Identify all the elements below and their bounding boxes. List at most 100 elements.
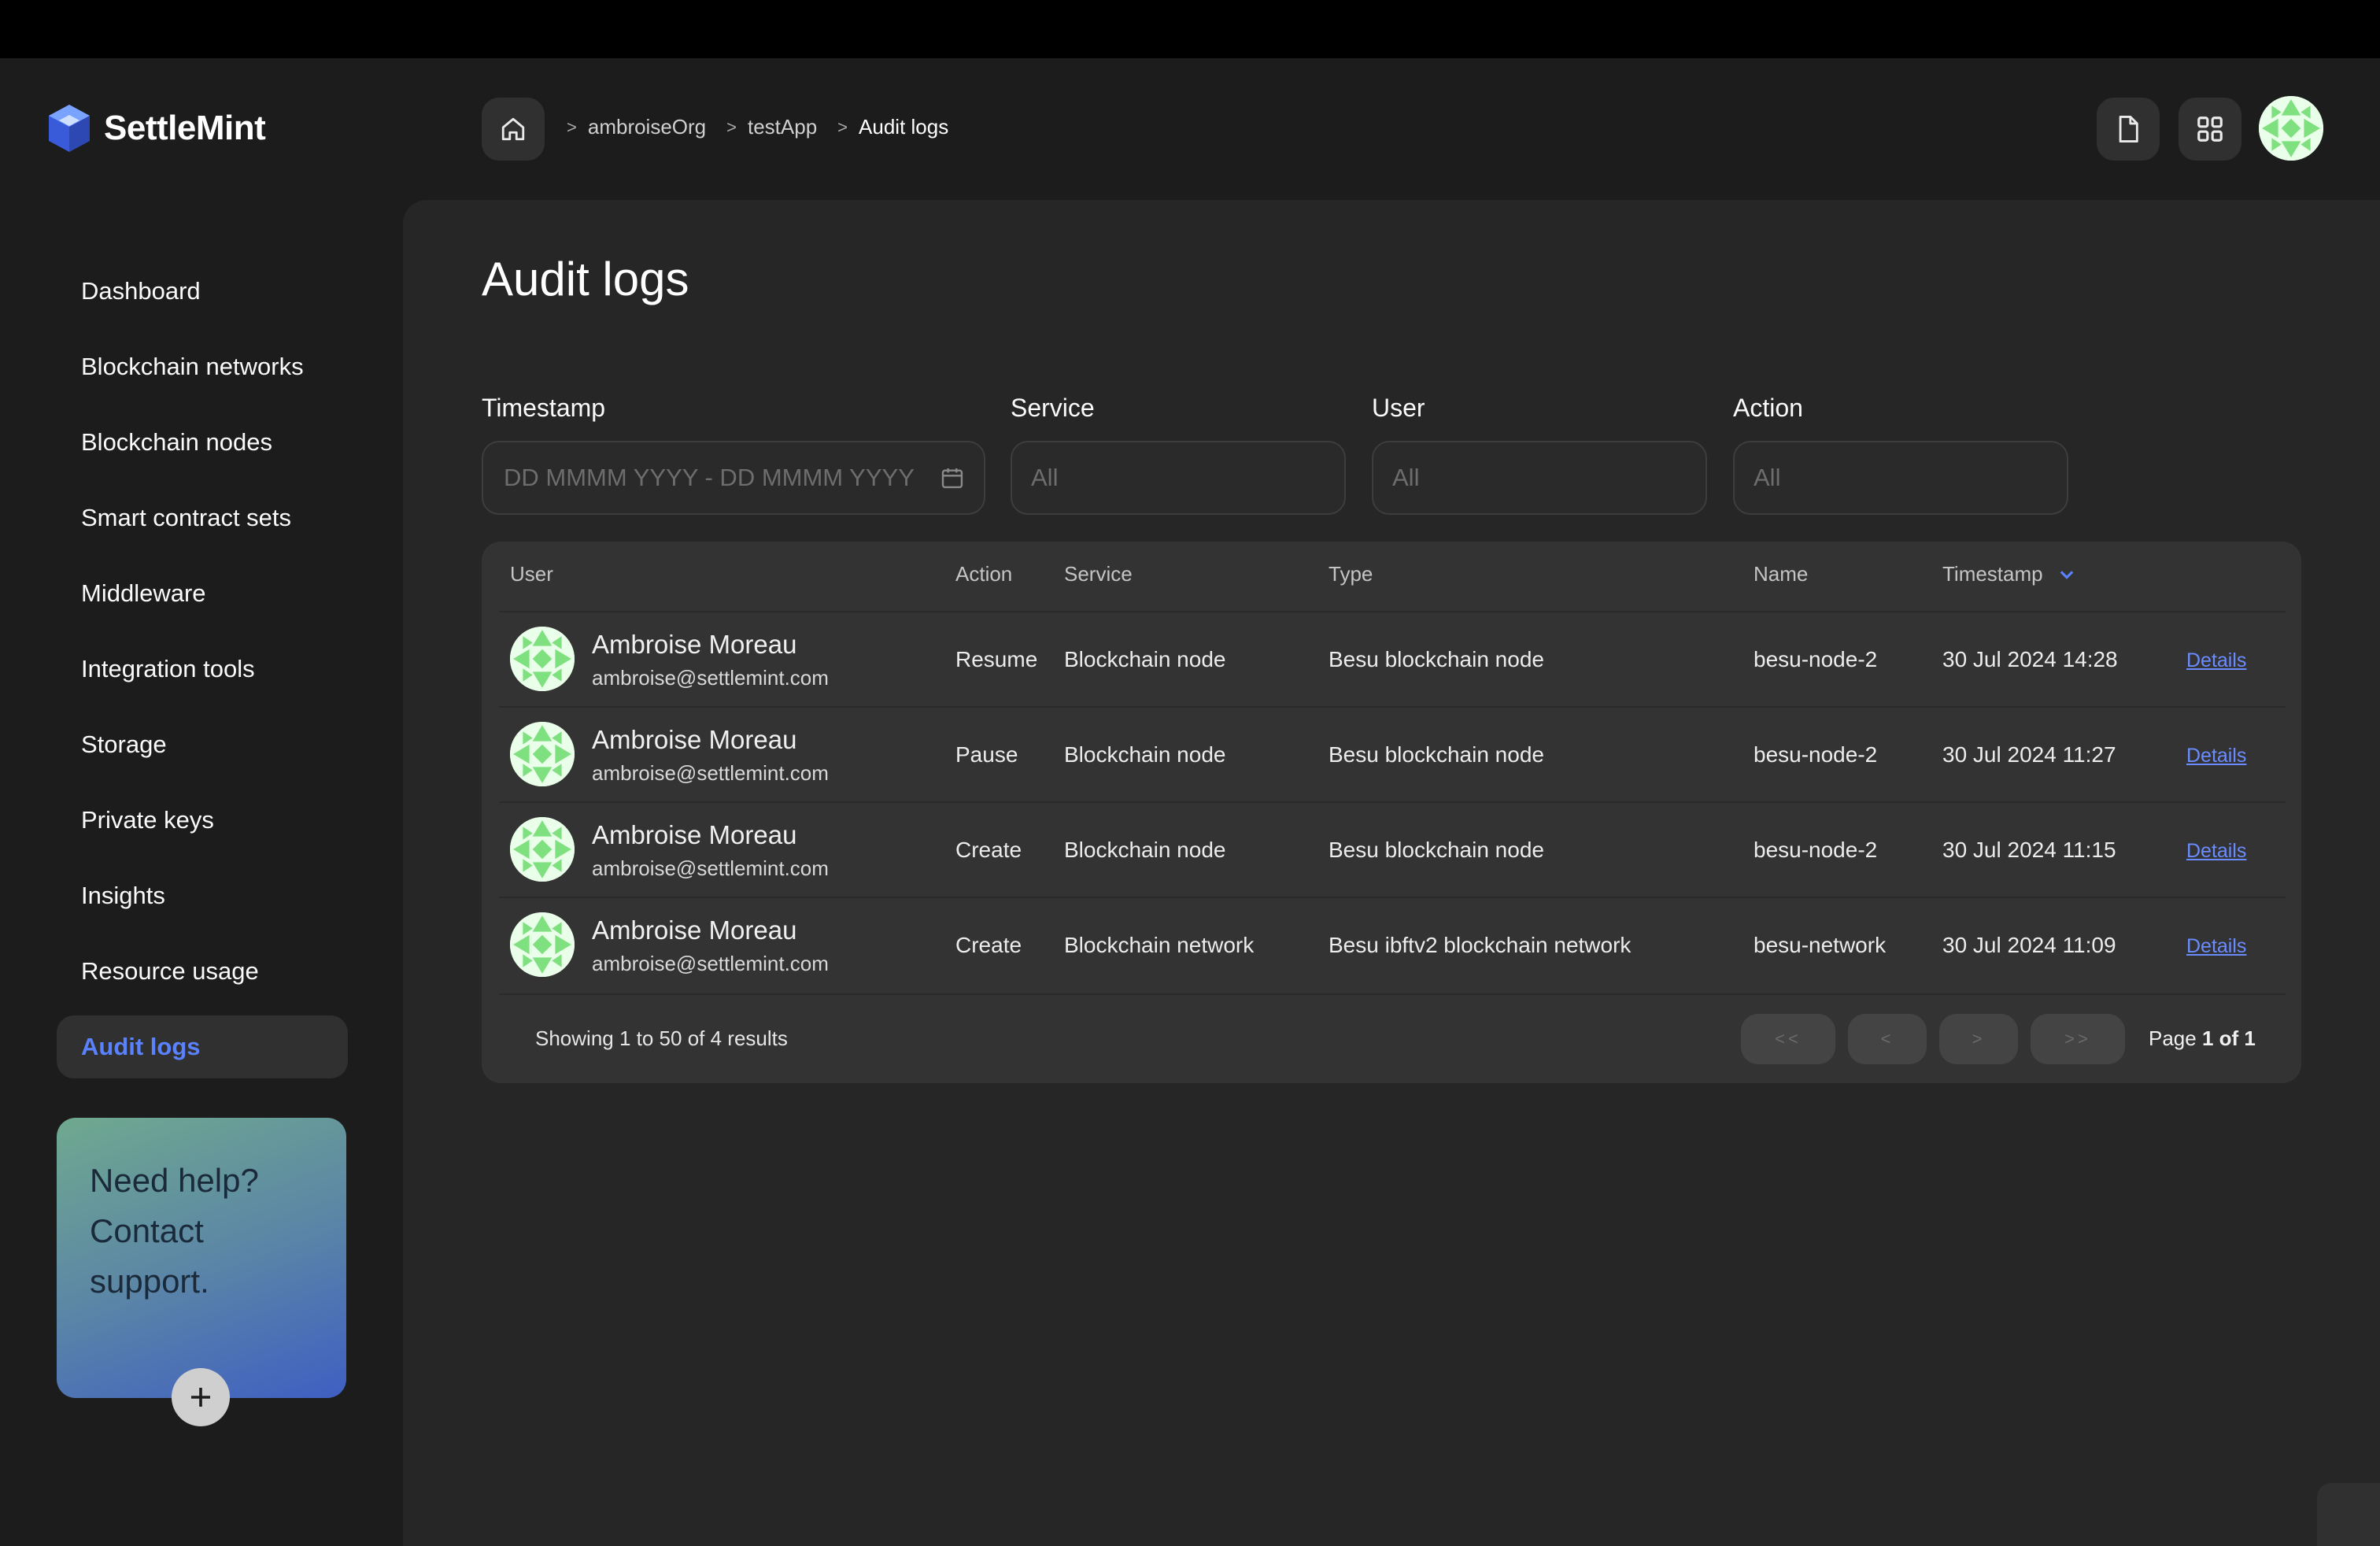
plus-icon (191, 1388, 210, 1407)
row-details-link[interactable]: Details (2186, 745, 2246, 767)
row-user-avatar (510, 627, 575, 691)
row-service: Blockchain node (1064, 647, 1226, 671)
sidebar-item-storage[interactable]: Storage (57, 713, 348, 776)
last-page-button[interactable]: >> (2031, 1014, 2125, 1064)
first-page-button[interactable]: << (1741, 1014, 1835, 1064)
service-filter-value: All (1031, 464, 1059, 491)
row-name: besu-node-2 (1754, 647, 1878, 671)
breadcrumb-current: Audit logs (859, 115, 949, 139)
sidebar-item-integration-tools[interactable]: Integration tools (57, 638, 348, 701)
next-page-button[interactable]: > (1939, 1014, 2018, 1064)
sidebar-item-private-keys[interactable]: Private keys (57, 789, 348, 852)
row-action: Create (955, 838, 1022, 862)
help-card[interactable]: Need help? Contact support. (57, 1118, 346, 1398)
results-summary: Showing 1 to 50 of 4 results (535, 1026, 788, 1050)
chat-widget-corner[interactable] (2317, 1483, 2380, 1546)
table-divider (499, 993, 2286, 995)
page-title: Audit logs (482, 253, 689, 305)
help-line-2: Contact (90, 1212, 204, 1249)
sidebar-item-middleware[interactable]: Middleware (57, 562, 348, 625)
row-timestamp: 30 Jul 2024 14:28 (1942, 647, 2118, 671)
table-row: Ambroise Moreau ambroise@settlemint.com … (499, 706, 2286, 803)
column-header-timestamp-label: Timestamp (1942, 562, 2043, 586)
sidebar-item-blockchain-networks[interactable]: Blockchain networks (57, 335, 348, 398)
row-details-link[interactable]: Details (2186, 840, 2246, 863)
row-user-avatar (510, 722, 575, 786)
home-button[interactable] (482, 98, 545, 161)
row-user-name: Ambroise Moreau (592, 915, 797, 945)
timestamp-range-input[interactable] (502, 463, 941, 493)
previous-page-button[interactable]: < (1848, 1014, 1927, 1064)
row-user-avatar (510, 817, 575, 882)
column-header-user: User (510, 562, 553, 586)
sidebar-item-smart-contract-sets[interactable]: Smart contract sets (57, 486, 348, 549)
action-filter-label: Action (1733, 394, 1803, 422)
breadcrumb-app[interactable]: testApp (748, 115, 817, 139)
column-header-service: Service (1064, 562, 1133, 586)
row-type: Besu blockchain node (1329, 647, 1544, 671)
sidebar-item-blockchain-nodes[interactable]: Blockchain nodes (57, 411, 348, 474)
timestamp-filter-label: Timestamp (482, 394, 606, 422)
row-user-avatar (510, 912, 575, 977)
documentation-button[interactable] (2097, 98, 2160, 161)
row-type: Besu blockchain node (1329, 838, 1544, 862)
avatar-pattern (510, 817, 575, 882)
row-timestamp: 30 Jul 2024 11:27 (1942, 742, 2116, 767)
row-user-name: Ambroise Moreau (592, 630, 797, 659)
table-row: Ambroise Moreau ambroise@settlemint.com … (499, 801, 2286, 898)
window-top-bar (0, 0, 2380, 58)
breadcrumb-org[interactable]: ambroiseOrg (588, 115, 706, 139)
column-header-timestamp[interactable]: Timestamp (1942, 562, 2076, 586)
row-action: Create (955, 933, 1022, 957)
row-type: Besu ibftv2 blockchain network (1329, 933, 1632, 957)
user-filter[interactable]: All (1372, 441, 1707, 515)
row-name: besu-node-2 (1754, 838, 1878, 862)
avatar-pattern (510, 627, 575, 691)
row-action: Pause (955, 742, 1018, 767)
row-user-email: ambroise@settlemint.com (592, 952, 829, 975)
sidebar-nav: Dashboard Blockchain networks Blockchain… (57, 260, 348, 1091)
calendar-icon[interactable] (940, 464, 965, 491)
grid-icon (2197, 117, 2223, 142)
home-icon (501, 117, 525, 141)
action-filter-value: All (1754, 464, 1781, 491)
table-row: Ambroise Moreau ambroise@settlemint.com … (499, 611, 2286, 708)
contact-support-button[interactable] (172, 1368, 230, 1426)
sidebar-item-insights[interactable]: Insights (57, 864, 348, 927)
row-timestamp: 30 Jul 2024 11:09 (1942, 933, 2116, 957)
sidebar-item-dashboard[interactable]: Dashboard (57, 260, 348, 323)
brand-name: SettleMint (104, 109, 266, 147)
column-header-type: Type (1329, 562, 1373, 586)
sidebar-item-resource-usage[interactable]: Resource usage (57, 940, 348, 1003)
service-filter-label: Service (1011, 394, 1095, 422)
page-indicator: Page 1 of 1 (2149, 1026, 2256, 1051)
user-avatar[interactable] (2259, 96, 2323, 161)
row-user-email: ambroise@settlemint.com (592, 856, 829, 880)
cube-logo-icon (49, 105, 90, 152)
page-prefix: Page (2149, 1026, 2197, 1050)
row-user-email: ambroise@settlemint.com (592, 761, 829, 785)
avatar-pattern (510, 722, 575, 786)
page-current: 1 of 1 (2201, 1026, 2256, 1050)
user-filter-value: All (1392, 464, 1420, 491)
action-filter[interactable]: All (1733, 441, 2068, 515)
chevron-down-icon[interactable] (2057, 565, 2076, 584)
brand-logo[interactable]: SettleMint (46, 102, 266, 154)
table-row: Ambroise Moreau ambroise@settlemint.com … (499, 897, 2286, 993)
row-type: Besu blockchain node (1329, 742, 1544, 767)
row-timestamp: 30 Jul 2024 11:15 (1942, 838, 2116, 862)
row-name: besu-node-2 (1754, 742, 1878, 767)
apps-grid-button[interactable] (2179, 98, 2241, 161)
help-line-3: support. (90, 1263, 209, 1300)
row-details-link[interactable]: Details (2186, 649, 2246, 672)
service-filter[interactable]: All (1011, 441, 1346, 515)
column-header-action: Action (955, 562, 1013, 586)
row-service: Blockchain network (1064, 933, 1255, 957)
row-name: besu-network (1754, 933, 1887, 957)
timestamp-filter[interactable] (482, 441, 985, 515)
help-line-1: Need help? (90, 1162, 259, 1199)
row-action: Resume (955, 647, 1038, 671)
row-details-link[interactable]: Details (2186, 935, 2246, 958)
row-user-name: Ambroise Moreau (592, 725, 797, 754)
sidebar-item-audit-logs[interactable]: Audit logs (57, 1015, 348, 1078)
